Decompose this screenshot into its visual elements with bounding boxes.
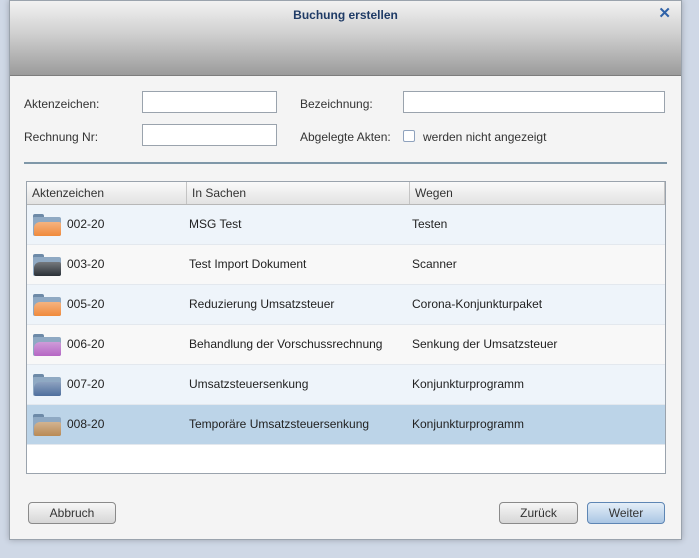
cell-wegen: Testen [412,217,448,231]
folder-icon [33,374,61,396]
cell-wegen: Corona-Konjunkturpaket [412,297,543,311]
cell-wegen: Scanner [412,257,457,271]
cell-aktenzeichen: 005-20 [67,297,105,311]
cell-in-sachen: Test Import Dokument [189,257,307,271]
cell-in-sachen: Umsatzsteuersenkung [189,377,309,391]
hide-archived-checkbox-label[interactable]: werden nicht angezeigt [423,130,546,144]
booking-dialog: Buchung erstellen ✕ Aktenzeichen: Rechnu… [9,0,682,540]
hide-archived-checkbox[interactable] [403,130,415,142]
column-header-in-sachen[interactable]: In Sachen [187,182,410,204]
folder-icon [33,214,61,236]
cell-in-sachen: Reduzierung Umsatzsteuer [189,297,335,311]
dialog-title: Buchung erstellen [293,8,398,22]
zurueck-button[interactable]: Zurück [499,502,578,524]
table-row[interactable]: 005-20 Reduzierung Umsatzsteuer Corona-Kon… [27,285,665,325]
cell-wegen: Senkung der Umsatzsteuer [412,337,558,351]
cell-wegen: Konjunkturprogramm [412,377,525,391]
cell-in-sachen: Temporäre Umsatzsteuersenkung [189,417,370,431]
cell-aktenzeichen: 002-20 [67,217,105,231]
cell-aktenzeichen: 003-20 [67,257,105,271]
cell-aktenzeichen: 006-20 [67,337,105,351]
cell-in-sachen: Behandlung der Vorschussrechnung [189,337,383,351]
column-header-wegen[interactable]: Wegen [410,182,665,204]
table-row[interactable]: 008-20 Temporäre Umsatzsteuersenkung Konju… [27,405,665,445]
rechnung-nr-label: Rechnung Nr: [24,130,99,144]
close-icon[interactable]: ✕ [658,6,671,21]
akten-grid: Aktenzeichen In Sachen Wegen 002-20 MSG T… [26,181,666,474]
cell-wegen: Konjunkturprogramm [412,417,525,431]
folder-icon [33,254,61,276]
column-header-aktenzeichen[interactable]: Aktenzeichen [27,182,187,204]
grid-header: Aktenzeichen In Sachen Wegen [27,182,665,205]
dialog-titlebar[interactable]: Buchung erstellen ✕ [10,1,681,76]
rechnung-nr-input[interactable] [142,124,277,146]
abbruch-button[interactable]: Abbruch [28,502,116,524]
folder-icon [33,414,61,436]
aktenzeichen-input[interactable] [142,91,277,113]
table-row[interactable]: 006-20 Behandlung der Vorschussrechnung Se… [27,325,665,365]
aktenzeichen-label: Aktenzeichen: [24,97,100,111]
bezeichnung-label: Bezeichnung: [300,97,373,111]
bezeichnung-input[interactable] [403,91,665,113]
table-row[interactable]: 007-20 Umsatzsteuersenkung Konjunkturprogr… [27,365,665,405]
form-divider [24,162,667,164]
abgelegte-akten-label: Abgelegte Akten: [300,130,391,144]
table-row[interactable]: 002-20 MSG Test Testen [27,205,665,245]
cell-in-sachen: MSG Test [189,217,242,231]
folder-icon [33,334,61,356]
cell-aktenzeichen: 008-20 [67,417,105,431]
weiter-button[interactable]: Weiter [587,502,665,524]
cell-aktenzeichen: 007-20 [67,377,105,391]
table-row[interactable]: 003-20 Test Import Dokument Scanner [27,245,665,285]
folder-icon [33,294,61,316]
